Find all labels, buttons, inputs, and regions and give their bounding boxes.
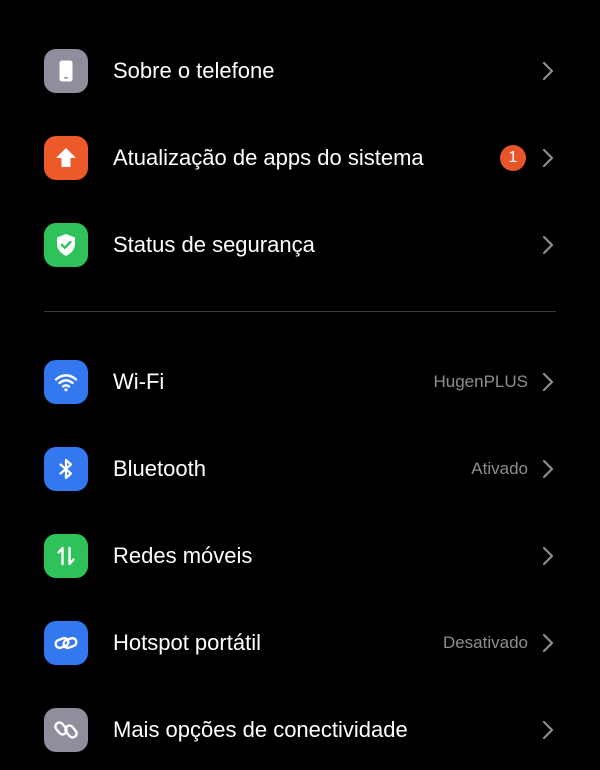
link-icon bbox=[44, 708, 88, 752]
settings-item-label: Sobre o telefone bbox=[113, 58, 275, 83]
settings-item-label: Status de segurança bbox=[113, 232, 315, 257]
chevron-right-icon bbox=[540, 457, 556, 481]
settings-item-bluetooth[interactable]: Bluetooth Ativado bbox=[0, 429, 600, 509]
chevron-right-icon bbox=[540, 59, 556, 83]
chevron-right-icon bbox=[540, 370, 556, 394]
settings-item-wifi[interactable]: Wi-Fi HugenPLUS bbox=[0, 342, 600, 422]
settings-item-mobile-networks[interactable]: Redes móveis bbox=[0, 516, 600, 596]
wifi-icon bbox=[44, 360, 88, 404]
settings-item-label: Wi-Fi bbox=[113, 369, 165, 394]
chevron-right-icon bbox=[540, 544, 556, 568]
phone-icon bbox=[44, 49, 88, 93]
settings-item-label: Redes móveis bbox=[113, 543, 253, 568]
hotspot-status: Desativado bbox=[442, 633, 528, 652]
mobile-data-icon bbox=[44, 534, 88, 578]
wifi-network-name: HugenPLUS bbox=[433, 372, 528, 391]
settings-item-label: Bluetooth bbox=[113, 456, 206, 481]
settings-item-more-connectivity[interactable]: Mais opções de conectividade bbox=[0, 690, 600, 770]
settings-item-label: Mais opções de conectividade bbox=[113, 717, 408, 742]
hotspot-link-icon bbox=[44, 621, 88, 665]
notification-badge: 1 bbox=[500, 145, 526, 171]
chevron-right-icon bbox=[540, 631, 556, 655]
settings-item-label: Hotspot portátil bbox=[113, 630, 261, 655]
settings-item-about-phone[interactable]: Sobre o telefone bbox=[0, 31, 600, 111]
settings-item-security-status[interactable]: Status de segurança bbox=[0, 205, 600, 285]
shield-check-icon bbox=[44, 223, 88, 267]
chevron-right-icon bbox=[540, 718, 556, 742]
settings-item-portable-hotspot[interactable]: Hotspot portátil Desativado bbox=[0, 603, 600, 683]
chevron-right-icon bbox=[540, 146, 556, 170]
bluetooth-icon bbox=[44, 447, 88, 491]
arrow-up-icon bbox=[44, 136, 88, 180]
section-divider bbox=[44, 311, 556, 312]
settings-item-system-app-updates[interactable]: Atualização de apps do sistema 1 bbox=[0, 118, 600, 198]
settings-item-label: Atualização de apps do sistema bbox=[113, 145, 424, 170]
chevron-right-icon bbox=[540, 233, 556, 257]
bluetooth-status: Ativado bbox=[471, 459, 528, 478]
